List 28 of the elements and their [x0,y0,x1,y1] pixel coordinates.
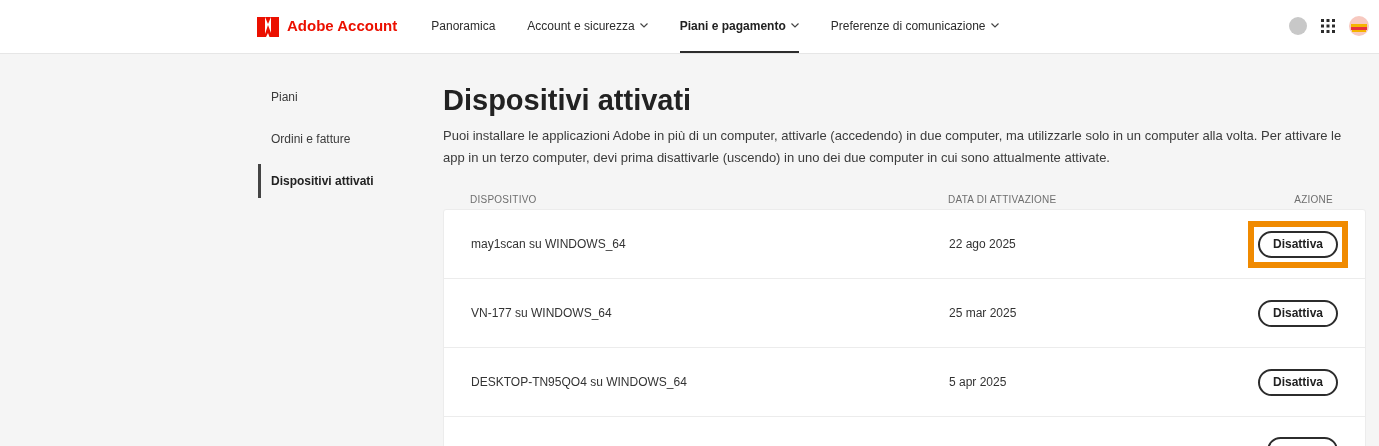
page-title: Dispositivi attivati [443,83,693,118]
deactivate-button[interactable]: Disattiva [1257,299,1338,327]
profile-icon[interactable] [1349,16,1369,36]
sidebar-item[interactable]: Ordini e fatture [258,122,443,156]
chevron-down-icon [790,23,799,28]
activation-date: 5 apr 2025 [949,374,1008,391]
logo-text[interactable]: Adobe Account [287,15,398,38]
device-name: VN-177 su WINDOWS_64 [470,305,613,322]
nav-tab[interactable]: Account e sicurezza [527,0,648,53]
column-header: AZIONE [1293,192,1334,207]
deactivate-button[interactable]: Disattiva [1257,230,1338,258]
device-name: DESKTOP-TN95QO4 su WINDOWS_64 [470,374,688,391]
sidebar-item[interactable]: Dispositivi attivati [258,164,443,198]
device-name: may1scan su WINDOWS_64 [470,236,627,253]
activation-date: 22 ago 2025 [949,236,1017,253]
activation-date: 25 mar 2025 [949,305,1018,322]
nav-tab[interactable]: Piani e pagamento [679,0,799,53]
column-header: DISPOSITIVO [469,192,538,207]
apps-grid-icon[interactable] [1321,19,1335,33]
nav-tab[interactable]: Preferenze di comunicazione [830,0,999,53]
page-description: Puoi installare le applicazioni Adobe in più di un computer, attivarle (accedendo) in due computer, ma utilizzarle solo in un computer alla volta. Per attivare le app in un terzo computer, devi prima disattivarle (uscendo) in uno dei due computer in cui sono attualmente attivate. [443,127,1343,167]
nav-tab[interactable]: Panoramica [431,0,496,53]
chevron-down-icon [639,23,648,28]
column-header: DATA DI ATTIVAZIONE [948,192,1058,207]
chevron-down-icon [990,23,999,28]
logo-icon [257,16,279,37]
sidebar-item[interactable]: Piani [258,80,443,114]
deactivate-button[interactable]: Disattiva [1257,368,1338,396]
